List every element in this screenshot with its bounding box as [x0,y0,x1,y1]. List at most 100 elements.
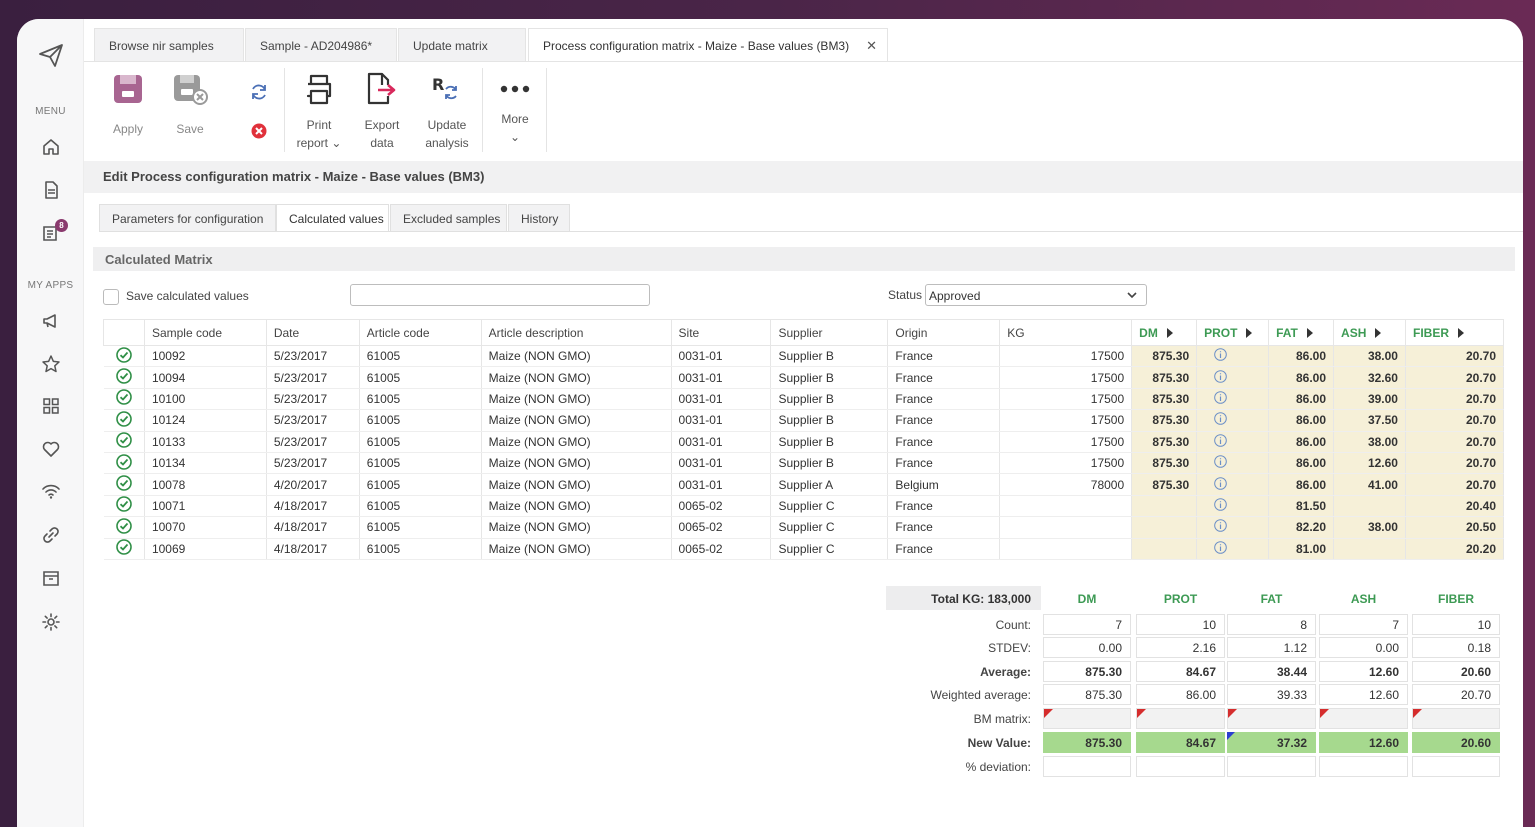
deviation-cell[interactable] [1136,756,1225,777]
column-header[interactable]: Article code [358,319,482,346]
column-header[interactable]: KG [999,319,1133,346]
table-cell: Supplier A [770,473,889,496]
cancel-button[interactable] [250,123,268,139]
stats-column-header: ASH [1350,592,1377,606]
bm-matrix-input[interactable] [1043,708,1131,729]
tab-sample[interactable]: Sample - AD204986* [245,28,397,62]
kg-cell [999,516,1133,539]
heart-icon[interactable] [41,439,61,459]
refresh-button[interactable] [247,82,271,102]
info-icon [1196,409,1270,432]
tab-parameters-for-configuration[interactable]: Parameters for configuration [99,204,276,232]
save-calculated-values-control[interactable]: Save calculated values [103,289,249,305]
table-cell: 0031-01 [671,388,772,411]
tab-excluded-samples[interactable]: Excluded samples [390,204,507,232]
table-row[interactable]: 10069 4/18/2017 61005 Maize (NON GMO) 0065-0… [103,538,1505,560]
stats-label-stdev: STDEV: [988,641,1031,655]
table-cell: 0031-01 [671,473,772,496]
bm-matrix-input[interactable] [1412,708,1500,729]
tab-process-configuration-matrix[interactable]: Process configuration matrix - Maize - B… [528,28,888,62]
column-header[interactable]: Date [265,319,360,346]
table-row[interactable]: 10094 5/23/2017 61005 Maize (NON GMO) 0031-0… [103,366,1505,389]
deviation-cell[interactable] [1043,756,1131,777]
table-row[interactable]: 10070 4/18/2017 61005 Maize (NON GMO) 0065-0… [103,516,1505,539]
stats-value-cell: 7 [1319,614,1408,635]
archive-icon[interactable] [41,568,61,588]
stats-value-cell: 7 [1043,614,1131,635]
column-header-dm[interactable]: DM [1131,319,1198,346]
column-header[interactable]: Origin [887,319,1001,346]
tab-calculated-values[interactable]: Calculated values [276,204,389,232]
table-row[interactable]: 10078 4/20/2017 61005 Maize (NON GMO) 0031-0… [103,473,1505,496]
star-icon[interactable] [41,354,61,374]
table-cell: 61005 [359,366,482,389]
close-tab-icon[interactable]: ✕ [866,38,877,54]
info-icon [1196,495,1270,518]
home-icon[interactable] [41,137,61,157]
more-button[interactable]: More ⌄ [492,74,538,146]
table-cell: 61005 [359,345,482,368]
play-arrow-icon[interactable] [1306,328,1313,339]
table-row[interactable]: 10133 5/23/2017 61005 Maize (NON GMO) 0031-0… [103,431,1505,453]
table-cell: Supplier C [770,538,889,560]
print-report-button[interactable]: Print report ⌄ [294,72,344,152]
gear-icon[interactable] [41,612,61,632]
table-cell: 10069 [144,538,267,560]
nutrient-value-cell: 20.70 [1405,366,1505,389]
play-arrow-icon[interactable] [1375,328,1382,339]
deviation-cell[interactable] [1319,756,1408,777]
error-flag-icon [1320,709,1329,718]
save-calculated-values-checkbox[interactable] [103,289,119,305]
new-value-cell[interactable]: 84.67 [1136,732,1225,753]
megaphone-icon[interactable] [41,311,61,331]
new-value-cell[interactable]: 12.60 [1319,732,1408,753]
deviation-cell[interactable] [1412,756,1500,777]
filter-input[interactable] [350,284,650,306]
export-data-button[interactable]: Export data [357,72,407,152]
column-header[interactable]: Sample code [143,319,267,346]
play-arrow-icon[interactable] [1166,328,1173,339]
table-row[interactable]: 10092 5/23/2017 61005 Maize (NON GMO) 0031-0… [103,345,1505,368]
wifi-icon[interactable] [41,481,61,501]
table-cell: 61005 [359,473,482,496]
update-analysis-button[interactable]: R Update analysis [422,72,472,152]
info-icon [1196,452,1270,475]
status-select[interactable]: Approved [925,284,1147,306]
tab-update-matrix[interactable]: Update matrix [398,28,526,62]
play-arrow-icon[interactable] [1246,328,1253,339]
document-icon[interactable] [41,180,61,200]
apps-grid-icon[interactable] [41,396,61,416]
column-header[interactable]: Supplier [770,319,889,346]
paper-plane-logo-icon[interactable] [37,41,65,69]
column-header[interactable]: Article description [480,319,672,346]
column-header-fat[interactable]: FAT [1268,319,1335,346]
table-row[interactable]: 10071 4/18/2017 61005 Maize (NON GMO) 0065-0… [103,495,1505,518]
table-cell: 10071 [144,495,267,518]
table-cell: 0065-02 [671,495,772,518]
deviation-cell[interactable] [1227,756,1316,777]
bm-matrix-input[interactable] [1319,708,1408,729]
play-arrow-icon[interactable] [1457,328,1464,339]
save-button[interactable]: Save [168,72,212,136]
table-row[interactable]: 10100 5/23/2017 61005 Maize (NON GMO) 0031-0… [103,388,1505,411]
column-header-prot[interactable]: PROT [1196,319,1270,346]
apply-button[interactable]: Apply [106,72,150,136]
table-row[interactable]: 10124 5/23/2017 61005 Maize (NON GMO) 0031-0… [103,409,1505,432]
column-header-fiber[interactable]: FIBER [1404,319,1505,346]
link-icon[interactable] [41,525,61,545]
column-header[interactable]: Site [670,319,772,346]
stats-value-cell: 875.30 [1043,661,1131,682]
stats-label-dev: % deviation: [965,760,1031,774]
approved-check-icon [103,495,145,518]
table-row[interactable]: 10134 5/23/2017 61005 Maize (NON GMO) 0031-0… [103,452,1505,475]
chevron-down-icon: ⌄ [331,136,342,150]
stats-column-header: FAT [1260,592,1283,606]
bm-matrix-input[interactable] [1227,708,1316,729]
bm-matrix-input[interactable] [1136,708,1225,729]
column-header-ash[interactable]: ASH [1333,319,1406,346]
new-value-cell[interactable]: 37.32 [1227,732,1316,753]
new-value-cell[interactable]: 20.60 [1412,732,1500,753]
new-value-cell[interactable]: 875.30 [1043,732,1131,753]
tab-history[interactable]: History [508,204,570,232]
tab-browse-nir-samples[interactable]: Browse nir samples [94,28,244,62]
